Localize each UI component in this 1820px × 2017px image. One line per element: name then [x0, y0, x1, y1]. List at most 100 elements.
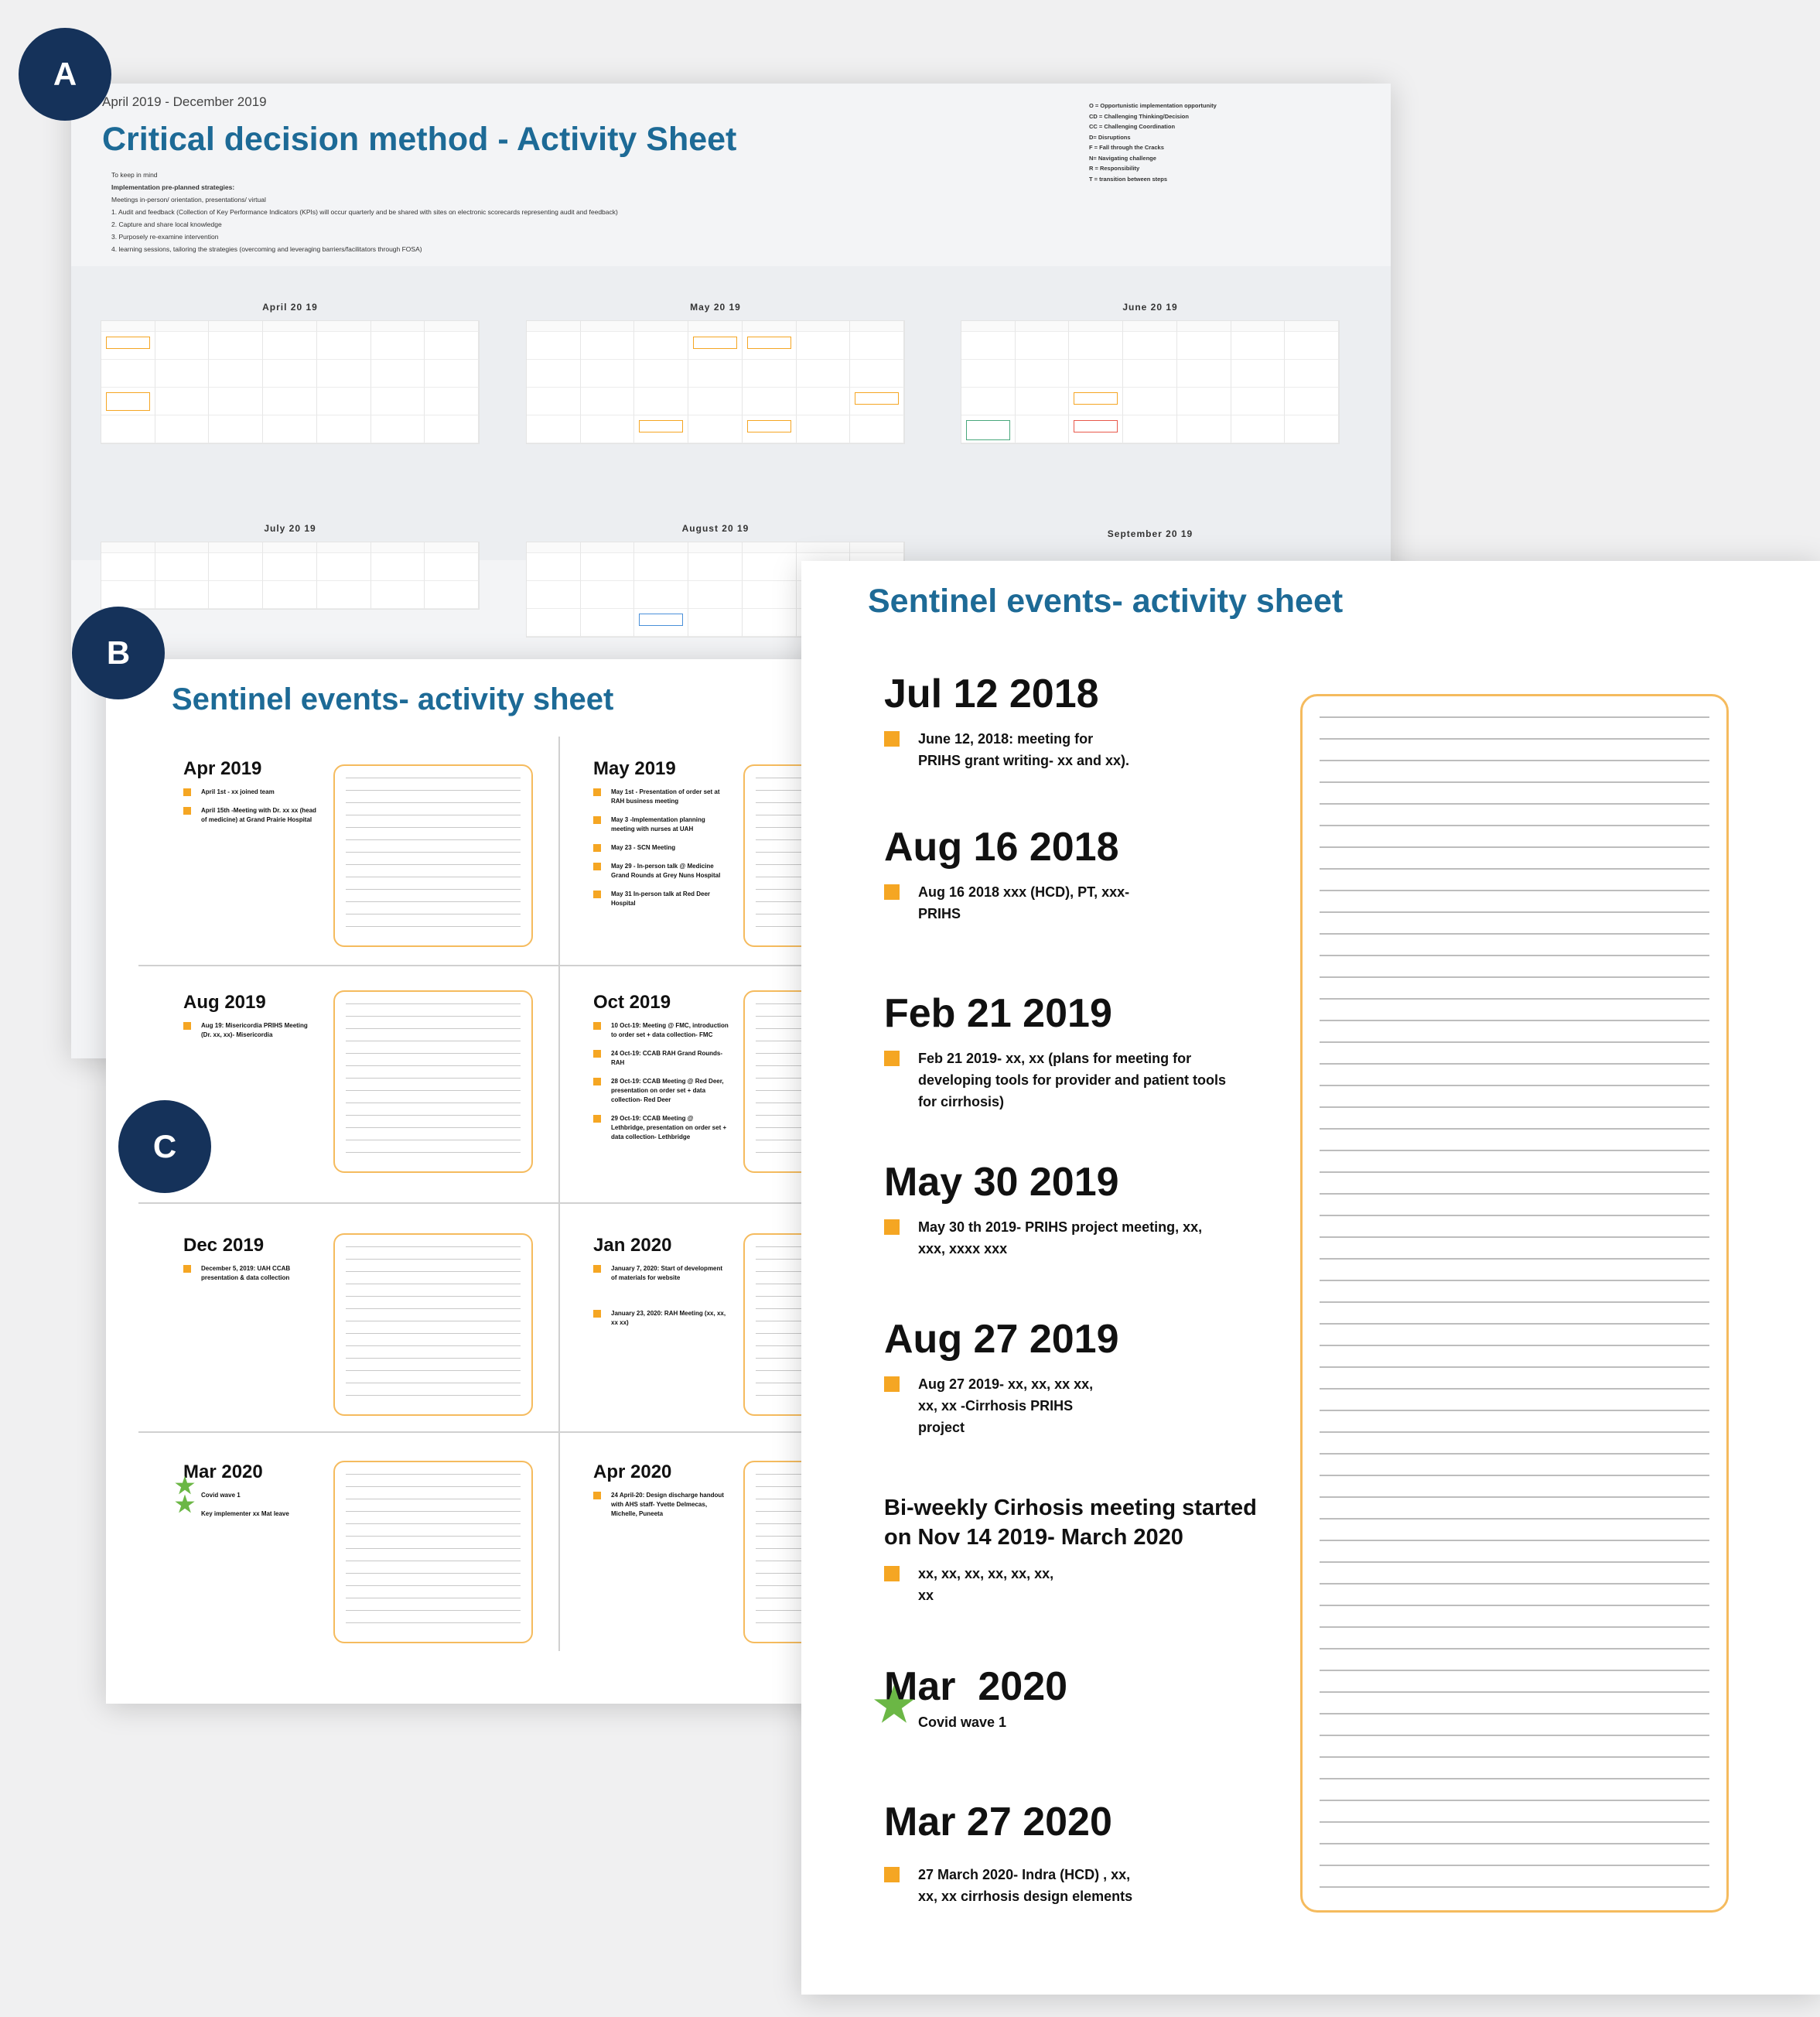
entry-text: 27 March 2020- Indra (HCD) , xx, xx, xx … — [884, 1864, 1139, 1907]
quadrant-jan-2020: Jan 2020 January 7, 2020: Start of devel… — [593, 1235, 729, 1337]
event-item: Aug 19: Misericordia PRIHS Meeting (Dr. … — [183, 1021, 319, 1040]
timeline-entry: Jul 12 2018 June 12, 2018: meeting for P… — [884, 671, 1286, 771]
event-item: May 3 -Implementation planning meeting w… — [593, 815, 729, 834]
entry-text: Feb 21 2019- xx, xx (plans for meeting f… — [884, 1048, 1240, 1113]
calendar-grid — [526, 320, 905, 444]
quadrant-month: May 2019 — [593, 758, 676, 779]
entry-text: May 30 th 2019- PRIHS project meeting, x… — [884, 1216, 1209, 1260]
timeline-entry: Bi-weekly Cirhosis meeting started on No… — [884, 1493, 1286, 1606]
quadrant-aug-2019: Aug 2019 Aug 19: Misericordia PRIHS Meet… — [183, 992, 319, 1049]
month-title: April 20 19 — [262, 302, 318, 313]
calendar-grid — [101, 320, 480, 444]
entry-date: Jul 12 2018 — [884, 672, 1099, 716]
event-item: January 23, 2020: RAH Meeting (xx, xx, x… — [593, 1309, 729, 1328]
event-item: 24 April-20: Design discharge handout wi… — [593, 1491, 729, 1519]
note-line: To keep in mind — [111, 171, 158, 179]
entry-date: May 30 2019 — [884, 1160, 1119, 1205]
legend-item: N= Navigating challenge — [1089, 154, 1156, 162]
calendar-grid — [961, 320, 1340, 444]
quadrant-mar-2020: Mar 2020 Covid wave 1 Key implementer xx… — [175, 1461, 319, 1528]
month-calendar-june: June 20 19 — [961, 302, 1340, 444]
notes-lined-box — [1300, 694, 1729, 1913]
event-item-starred: Covid wave 1 — [175, 1482, 319, 1500]
notes-lined-box — [333, 764, 533, 947]
quadrant-apr-2020: Apr 2020 24 April-20: Design discharge h… — [593, 1461, 729, 1528]
panel-badge-c: C — [118, 1100, 211, 1193]
entry-date: Feb 21 2019 — [884, 991, 1112, 1036]
quadrant-apr-2019: Apr 2019 April 1st - xx joined team Apri… — [183, 758, 319, 834]
timeline-entry: Feb 21 2019 Feb 21 2019- xx, xx (plans f… — [884, 990, 1286, 1113]
note-line: Implementation pre-planned strategies: — [111, 183, 235, 191]
quadrant-month: Apr 2019 — [183, 758, 262, 779]
code-legend: O = Opportunistic implementation opportu… — [1089, 101, 1217, 184]
horizontal-divider — [138, 1431, 887, 1433]
sheet-c-title: Sentinel events- activity sheet — [868, 583, 1344, 620]
event-item: 10 Oct-19: Meeting @ FMC, introduction t… — [593, 1021, 729, 1040]
event-item: May 31 In-person talk at Red Deer Hospit… — [593, 890, 729, 908]
calendar-grid — [101, 542, 480, 610]
entry-date: Aug 16 2018 — [884, 825, 1119, 870]
activity-sheet-b: Sentinel events- activity sheet Apr 2019… — [106, 659, 898, 1704]
month-calendar-july: July 20 19 — [101, 523, 480, 610]
timeline-entry: Mar 27 2020 27 March 2020- Indra (HCD) ,… — [884, 1799, 1286, 1907]
quadrant-dec-2019: Dec 2019 December 5, 2019: UAH CCAB pres… — [183, 1235, 319, 1292]
quadrant-oct-2019: Oct 2019 10 Oct-19: Meeting @ FMC, intro… — [593, 992, 729, 1151]
event-item: January 7, 2020: Start of development of… — [593, 1264, 729, 1283]
note-line: 3. Purposely re-examine intervention — [111, 233, 219, 241]
month-title: August 20 19 — [681, 523, 750, 534]
event-item: May 29 - In-person talk @ Medicine Grand… — [593, 862, 729, 880]
note-line: 2. Capture and share local knowledge — [111, 221, 222, 228]
panel-badge-a: A — [19, 28, 111, 121]
event-item: May 23 - SCN Meeting — [593, 843, 729, 853]
legend-item: CC = Challenging Coordination — [1089, 123, 1176, 130]
sheet-b-title: Sentinel events- activity sheet — [172, 682, 614, 716]
month-title: September 20 19 — [1107, 528, 1193, 539]
vertical-divider — [558, 737, 560, 1651]
quadrant-month: Oct 2019 — [593, 992, 671, 1013]
panel-badge-b: B — [72, 607, 165, 699]
notes-lined-box — [333, 1233, 533, 1416]
sheet-a-title: Critical decision method - Activity Shee… — [102, 121, 737, 158]
entry-text: June 12, 2018: meeting for PRIHS grant w… — [884, 728, 1139, 771]
note-line: Meetings in-person/ orientation, present… — [111, 196, 266, 203]
timeline-entry: May 30 2019 May 30 th 2019- PRIHS projec… — [884, 1159, 1286, 1260]
entry-date: Mar 2020 — [884, 1664, 1068, 1709]
legend-item: CD = Challenging Thinking/Decision — [1089, 112, 1189, 120]
activity-sheet-c: Sentinel events- activity sheet Jul 12 2… — [801, 561, 1820, 1995]
quadrant-month: Aug 2019 — [183, 992, 266, 1013]
date-range: April 2019 - December 2019 — [102, 94, 267, 109]
horizontal-divider — [138, 1202, 887, 1204]
quadrant-month: Jan 2020 — [593, 1235, 672, 1256]
event-item: May 1st - Presentation of order set at R… — [593, 788, 729, 806]
entry-text: Aug 27 2019- xx, xx, xx xx, xx, xx -Cirr… — [884, 1373, 1116, 1438]
quadrant-month: Dec 2019 — [183, 1235, 265, 1256]
event-item: 24 Oct-19: CCAB RAH Grand Rounds- RAH — [593, 1049, 729, 1068]
legend-item: O = Opportunistic implementation opportu… — [1089, 102, 1217, 109]
month-title: May 20 19 — [690, 302, 741, 313]
legend-item: T = transition between steps — [1089, 175, 1168, 183]
month-title: June 20 19 — [1122, 302, 1178, 313]
legend-item: R = Responsibility — [1089, 165, 1140, 172]
quadrant-may-2019: May 2019 May 1st - Presentation of order… — [593, 758, 729, 918]
legend-item: F = Fall through the Cracks — [1089, 144, 1164, 151]
notes-lined-box — [333, 1461, 533, 1643]
quadrant-month: Mar 2020 — [183, 1461, 263, 1482]
timeline-entry: Aug 27 2019 Aug 27 2019- xx, xx, xx xx, … — [884, 1316, 1286, 1438]
entry-text-starred: Covid wave 1 — [873, 1694, 1286, 1733]
note-line: 4. learning sessions, tailoring the stra… — [111, 245, 422, 253]
strategy-notes: To keep in mind Implementation pre-plann… — [111, 169, 618, 255]
month-calendar-april: April 20 19 — [101, 302, 480, 444]
event-item: April 1st - xx joined team — [183, 788, 319, 797]
entry-date: Mar 27 2020 — [884, 1800, 1112, 1844]
note-line: 1. Audit and feedback (Collection of Key… — [111, 208, 618, 216]
timeline-entry: Aug 16 2018 Aug 16 2018 xxx (HCD), PT, x… — [884, 824, 1286, 925]
quadrant-month: Apr 2020 — [593, 1461, 672, 1482]
legend-item: D= Disruptions — [1089, 133, 1131, 141]
notes-lined-box — [333, 990, 533, 1173]
entry-text: Aug 16 2018 xxx (HCD), PT, xxx- PRIHS — [884, 881, 1139, 925]
entry-text: xx, xx, xx, xx, xx, xx, xx — [884, 1563, 1070, 1606]
entry-date: Aug 27 2019 — [884, 1317, 1119, 1362]
timeline-entry: Mar 2020 Covid wave 1 — [873, 1663, 1286, 1733]
event-item: April 15th -Meeting with Dr. xx xx (head… — [183, 806, 319, 825]
event-item: 29 Oct-19: CCAB Meeting @ Lethbridge, pr… — [593, 1114, 729, 1142]
